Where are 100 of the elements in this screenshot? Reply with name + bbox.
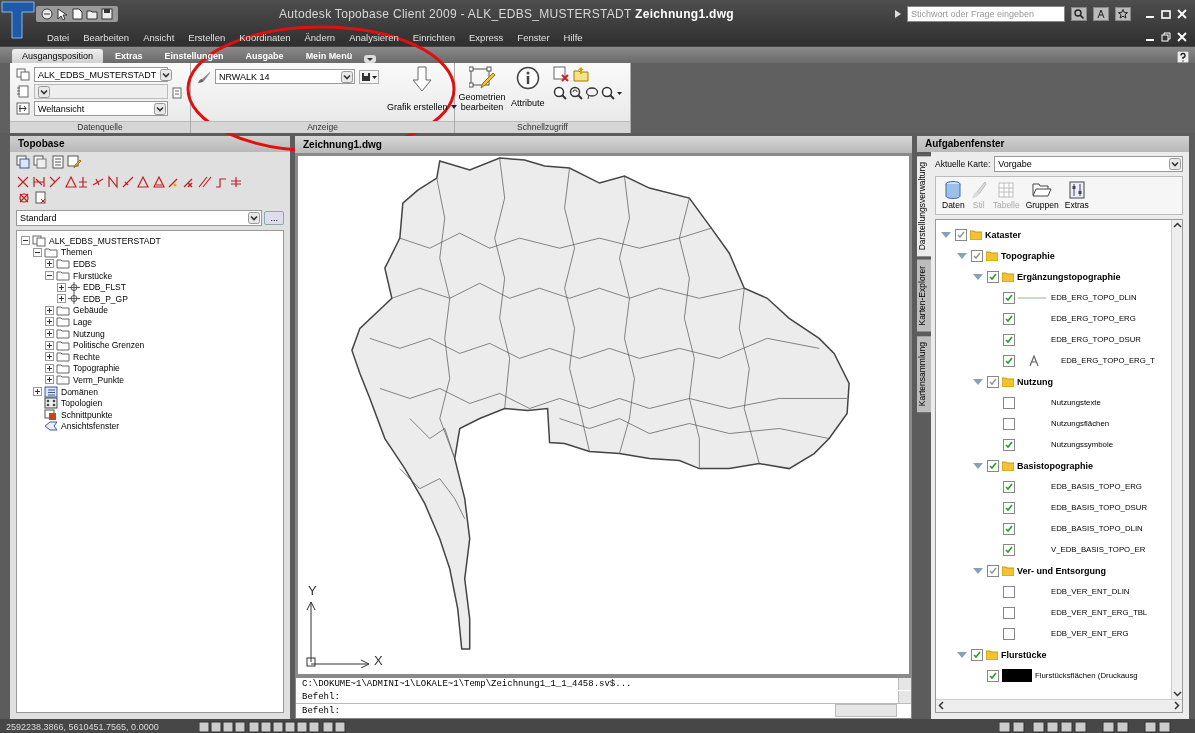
dropdown-arrow-icon[interactable] — [248, 212, 261, 224]
drafting-toggles-drawing[interactable] — [198, 720, 349, 733]
side-tab[interactable]: Darstellungsverwaltung — [917, 156, 931, 257]
menu-item[interactable]: Hilfe — [556, 31, 590, 43]
expander-icon[interactable] — [45, 352, 54, 362]
tree-item[interactable]: Rechte — [72, 351, 100, 362]
app-logo-icon[interactable] — [0, 0, 36, 40]
drawing-tab[interactable]: Zeichnung1.dwg — [295, 136, 912, 153]
scrollbar[interactable] — [835, 704, 897, 717]
cursor-icon[interactable] — [56, 8, 68, 20]
expander-icon[interactable] — [45, 305, 54, 315]
expander-icon[interactable] — [45, 317, 54, 327]
ribbon-tab[interactable]: Ausgabe — [235, 49, 294, 63]
tree-item[interactable]: Lage — [72, 316, 92, 327]
tree-item[interactable]: Themen — [60, 247, 93, 258]
search-field[interactable]: Stichwort oder Frage eingeben — [907, 6, 1065, 22]
folders-icon[interactable] — [1032, 181, 1053, 199]
tree-item[interactable]: Gebäude — [72, 305, 108, 316]
ribbon-tab[interactable]: Mein Menü — [295, 49, 363, 63]
edit-form-icon[interactable] — [67, 155, 81, 169]
tree-item[interactable]: Ansichtsfenster — [60, 421, 120, 432]
menu-item[interactable]: Ansicht — [136, 31, 182, 43]
delete-selection-icon[interactable] — [552, 66, 569, 82]
attribute-button[interactable]: Attribute — [509, 66, 547, 118]
restore-icon[interactable] — [1161, 32, 1171, 42]
database-icon[interactable] — [945, 181, 962, 199]
menu-item[interactable]: Fenster — [510, 31, 557, 43]
tree-item[interactable]: Flurstücke — [72, 270, 113, 281]
map-disconnect-icon[interactable] — [33, 155, 47, 169]
expander-icon[interactable] — [21, 236, 30, 246]
expander-icon[interactable] — [45, 363, 54, 373]
dropdown-arrow-icon[interactable] — [1169, 158, 1181, 170]
menu-item[interactable]: Erstellen — [181, 31, 233, 43]
toolbar-button[interactable]: Extras — [1064, 181, 1089, 210]
expander-icon[interactable] — [45, 329, 54, 339]
scroll-right-icon[interactable] — [1171, 700, 1182, 711]
tree-item[interactable]: ALK_EDBS_MUSTERSTADT — [48, 235, 161, 246]
scrollbar[interactable] — [898, 690, 911, 703]
tree-item[interactable]: Topographie — [72, 363, 120, 374]
search-button[interactable] — [1071, 7, 1087, 21]
document-list-icon[interactable] — [50, 155, 64, 169]
menu-item[interactable]: Datei — [40, 31, 77, 43]
browse-button[interactable]: ... — [264, 211, 284, 225]
tree-item[interactable]: Schnittpunkte — [60, 409, 113, 420]
map-dropdown[interactable]: Vorgabe — [994, 156, 1183, 172]
menu-item[interactable]: Express — [462, 31, 511, 43]
expander-icon[interactable] — [33, 247, 42, 257]
scrollbar[interactable] — [898, 678, 911, 691]
tree-item[interactable]: EDB_P_GP — [82, 293, 128, 304]
toolbar-button[interactable]: Daten — [942, 181, 965, 210]
maximize-icon[interactable] — [1161, 9, 1171, 19]
create-graphics-button[interactable]: Grafik erstellen — [385, 66, 459, 118]
tree-item[interactable]: Nutzung — [72, 328, 105, 339]
favorites-button[interactable] — [1115, 7, 1131, 21]
tree-item[interactable]: Politische Grenzen — [72, 340, 145, 351]
scroll-left-icon[interactable] — [936, 700, 947, 711]
help-icon[interactable] — [1177, 51, 1189, 63]
expander-icon[interactable] — [33, 387, 42, 396]
expander-icon[interactable] — [45, 375, 54, 385]
menu-item[interactable]: Bearbeiten — [76, 31, 137, 43]
sliders-icon[interactable] — [1068, 181, 1085, 199]
ribbon-tab[interactable]: Ausgangsposition — [12, 49, 104, 63]
tree-item[interactable]: Domänen — [60, 386, 98, 397]
menu-item[interactable]: Einrichten — [405, 31, 463, 43]
side-tab[interactable]: Kartensammlung — [917, 335, 931, 413]
map-connect-icon[interactable] — [16, 155, 30, 169]
new-file-icon[interactable] — [71, 8, 83, 20]
save-menu-icon[interactable] — [359, 69, 379, 84]
dropdown[interactable]: Weltansicht — [34, 101, 168, 116]
zoom-icon[interactable] — [552, 86, 567, 100]
ribbon-tab[interactable]: Extras — [105, 49, 153, 63]
brush-icon[interactable] — [197, 70, 211, 83]
expander-icon[interactable] — [57, 282, 66, 292]
style-dropdown[interactable]: NRWALK 14 — [215, 69, 355, 84]
zoom-refresh-icon[interactable] — [568, 86, 583, 100]
zoom-menu-icon[interactable] — [600, 86, 623, 100]
lasso-icon[interactable] — [584, 86, 599, 100]
close-icon[interactable] — [1177, 9, 1187, 19]
expander-icon[interactable] — [45, 259, 54, 269]
open-folder-icon[interactable] — [86, 8, 98, 20]
close-icon[interactable] — [1177, 32, 1187, 42]
save-icon[interactable] — [101, 8, 113, 20]
tree-item[interactable]: EDBS — [72, 259, 97, 269]
expander-icon[interactable] — [45, 271, 54, 281]
tree-item[interactable]: Verm_Punkte — [72, 374, 125, 385]
edit-geometry-button[interactable]: Geometrien bearbeiten — [461, 66, 503, 118]
workspace-icon[interactable] — [41, 8, 53, 20]
toggle-ribbon-icon[interactable] — [364, 55, 377, 63]
view-extent-icon[interactable] — [16, 102, 30, 115]
expander-icon[interactable] — [45, 340, 54, 350]
command-input[interactable]: Befehl: — [302, 705, 835, 716]
tree-item[interactable]: Topologien — [60, 398, 103, 409]
toolbar-button[interactable]: Gruppen — [1025, 181, 1059, 210]
communication-button[interactable] — [1093, 7, 1109, 21]
tree-item[interactable]: EDB_FLST — [82, 282, 126, 293]
expand-arrow-icon[interactable] — [895, 10, 901, 18]
side-tab[interactable]: Karten-Explorer — [917, 260, 931, 332]
map-layers-icon[interactable] — [16, 68, 30, 81]
profile-dropdown[interactable]: Standard — [16, 210, 263, 226]
menu-item[interactable]: Ändern — [297, 31, 343, 43]
